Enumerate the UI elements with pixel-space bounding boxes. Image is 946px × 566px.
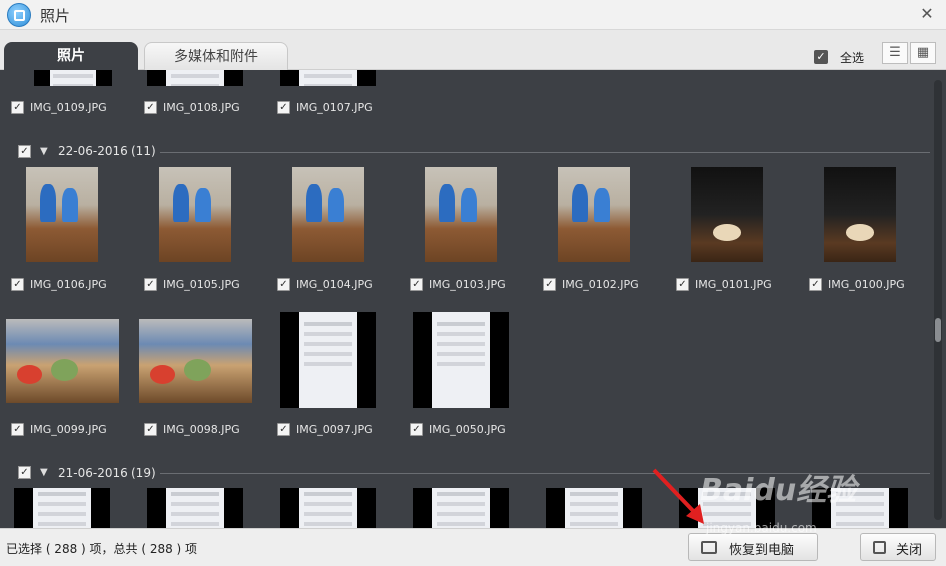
photo-thumbnail[interactable]	[14, 488, 110, 528]
photo-thumbnail[interactable]	[824, 167, 896, 262]
calendar-view-icon[interactable]: ▦	[910, 42, 936, 64]
close-button-label: 关闭	[896, 543, 923, 558]
group-date: 22-06-2016	[58, 144, 128, 158]
photo-thumbnail[interactable]	[558, 167, 630, 262]
photo-checkbox[interactable]: ✓	[410, 278, 423, 291]
title-bar: 照片 ✕	[0, 0, 946, 30]
photo-filename: IMG_0105.JPG	[163, 278, 240, 291]
photo-thumbnail[interactable]	[280, 70, 376, 86]
photo-filename: IMG_0102.JPG	[562, 278, 639, 291]
photo-thumbnail[interactable]	[34, 70, 112, 86]
photo-checkbox[interactable]: ✓	[144, 423, 157, 436]
photo-checkbox[interactable]: ✓	[144, 278, 157, 291]
photo-checkbox[interactable]: ✓	[144, 101, 157, 114]
tab-bar: 照片 多媒体和附件 ✓ 全选 ☰ ▦	[0, 30, 946, 70]
photo-filename: IMG_0097.JPG	[296, 423, 373, 436]
photo-filename: IMG_0108.JPG	[163, 101, 240, 114]
photo-thumbnail[interactable]	[413, 312, 509, 408]
photo-filename: IMG_0099.JPG	[30, 423, 107, 436]
red-arrow-icon	[652, 468, 704, 524]
group-checkbox[interactable]: ✓	[18, 466, 31, 479]
photo-thumbnail[interactable]	[546, 488, 642, 528]
exit-icon	[873, 541, 886, 554]
photo-filename: IMG_0109.JPG	[30, 101, 107, 114]
photo-filename: IMG_0107.JPG	[296, 101, 373, 114]
photo-checkbox[interactable]: ✓	[277, 278, 290, 291]
computer-icon	[701, 541, 717, 554]
photo-checkbox[interactable]: ✓	[277, 423, 290, 436]
photo-thumbnail[interactable]	[292, 167, 364, 262]
photo-thumbnail[interactable]	[159, 167, 231, 262]
photo-filename: IMG_0103.JPG	[429, 278, 506, 291]
select-all-label: 全选	[840, 51, 865, 65]
group-count: (19)	[131, 466, 156, 480]
photo-thumbnail[interactable]	[425, 167, 497, 262]
photo-checkbox[interactable]: ✓	[410, 423, 423, 436]
photo-thumbnail[interactable]	[280, 312, 376, 408]
restore-button-label: 恢复到电脑	[729, 543, 795, 558]
photo-grid: ✓ IMG_0109.JPG ✓ IMG_0108.JPG ✓ IMG_0107…	[0, 70, 946, 528]
group-count: (11)	[131, 144, 156, 158]
photo-checkbox[interactable]: ✓	[11, 101, 24, 114]
vertical-scrollbar[interactable]	[934, 80, 942, 520]
photo-filename: IMG_0101.JPG	[695, 278, 772, 291]
collapse-caret-icon[interactable]: ▼	[40, 467, 48, 478]
photo-thumbnail[interactable]	[6, 319, 119, 403]
watermark-url: jingyan.baidu.com	[706, 521, 817, 535]
photo-thumbnail[interactable]	[413, 488, 509, 528]
list-view-icon[interactable]: ☰	[882, 42, 908, 64]
close-button[interactable]: 关闭	[860, 533, 936, 561]
app-logo-icon	[7, 3, 31, 27]
close-icon[interactable]: ✕	[918, 5, 936, 23]
photo-filename: IMG_0104.JPG	[296, 278, 373, 291]
tab-media-attachments[interactable]: 多媒体和附件	[144, 42, 288, 70]
photo-filename: IMG_0050.JPG	[429, 423, 506, 436]
photo-thumbnail[interactable]	[691, 167, 763, 262]
photo-thumbnail[interactable]	[139, 319, 252, 403]
photo-filename: IMG_0106.JPG	[30, 278, 107, 291]
group-checkbox[interactable]: ✓	[18, 145, 31, 158]
watermark-logo: Baidu经验	[700, 473, 857, 508]
photo-thumbnail[interactable]	[147, 488, 243, 528]
photo-thumbnail[interactable]	[147, 70, 243, 86]
collapse-caret-icon[interactable]: ▼	[40, 146, 48, 157]
window-title: 照片	[40, 7, 71, 25]
selection-status: 已选择 ( 288 ) 项，总共 ( 288 ) 项	[6, 542, 198, 556]
photo-checkbox[interactable]: ✓	[11, 423, 24, 436]
photo-checkbox[interactable]: ✓	[809, 278, 822, 291]
restore-to-computer-button[interactable]: 恢复到电脑	[688, 533, 818, 561]
group-date: 21-06-2016	[58, 466, 128, 480]
tab-photos[interactable]: 照片	[4, 42, 138, 70]
photo-filename: IMG_0100.JPG	[828, 278, 905, 291]
photo-filename: IMG_0098.JPG	[163, 423, 240, 436]
scrollbar-thumb[interactable]	[935, 318, 941, 342]
select-all-checkbox[interactable]: ✓	[814, 50, 828, 64]
photo-checkbox[interactable]: ✓	[277, 101, 290, 114]
photo-thumbnail[interactable]	[280, 488, 376, 528]
group-divider	[160, 152, 930, 153]
photo-checkbox[interactable]: ✓	[676, 278, 689, 291]
photo-checkbox[interactable]: ✓	[543, 278, 556, 291]
photo-checkbox[interactable]: ✓	[11, 278, 24, 291]
photo-thumbnail[interactable]	[26, 167, 98, 262]
